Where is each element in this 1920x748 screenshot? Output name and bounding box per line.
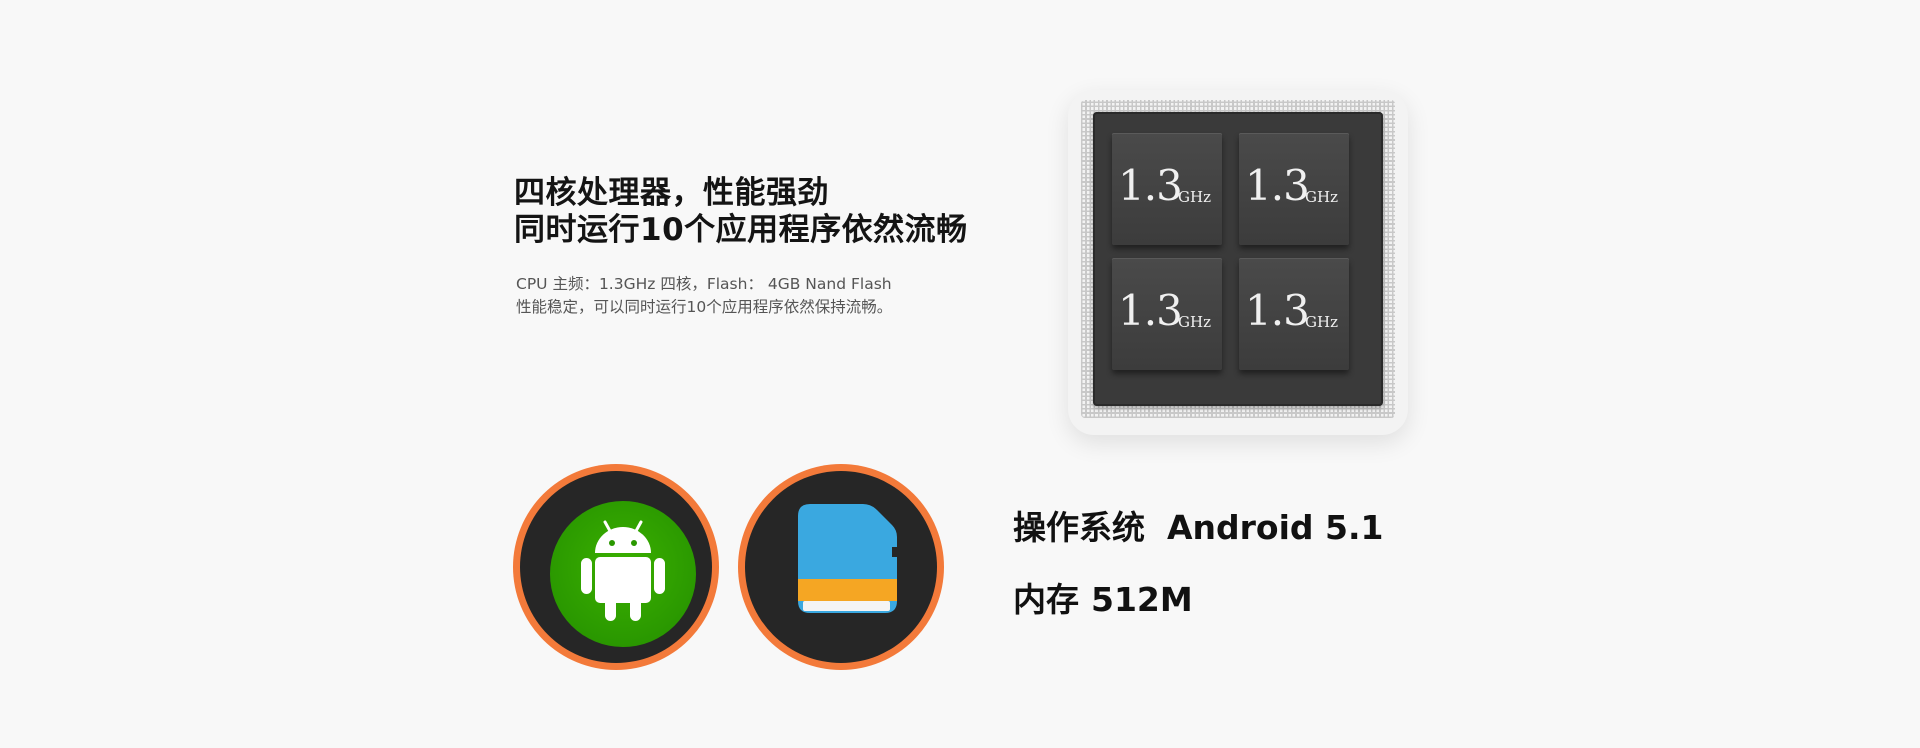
ram-spec: 内存 512M xyxy=(1013,580,1193,620)
core-frequency-value: 1.3 xyxy=(1118,161,1183,210)
headline-line-2: 同时运行10个应用程序依然流畅 xyxy=(514,212,968,248)
feature-headline: 四核处理器，性能强劲 同时运行10个应用程序依然流畅 xyxy=(514,175,968,249)
core-frequency-value: 1.3 xyxy=(1245,286,1310,335)
storage-badge xyxy=(738,464,944,670)
core-frequency-unit: GHz xyxy=(1178,313,1211,331)
cpu-core-4: 1.3 GHz xyxy=(1239,258,1349,370)
cpu-core-2: 1.3 GHz xyxy=(1239,133,1349,245)
android-badge-disc xyxy=(550,501,696,647)
os-value: Android 5.1 xyxy=(1167,508,1384,547)
core-frequency-unit: GHz xyxy=(1305,188,1338,206)
android-badge-background xyxy=(520,471,712,663)
core-frequency-unit: GHz xyxy=(1305,313,1338,331)
description-line-2: 性能稳定，可以同时运行10个应用程序依然保持流畅。 xyxy=(516,298,893,316)
storage-badge-background xyxy=(745,471,937,663)
sd-card-icon xyxy=(798,504,897,613)
core-frequency-value: 1.3 xyxy=(1245,161,1310,210)
core-frequency-unit: GHz xyxy=(1178,188,1211,206)
cpu-core-3: 1.3 GHz xyxy=(1112,258,1222,370)
os-spec: 操作系统 Android 5.1 xyxy=(1013,508,1383,548)
os-label: 操作系统 xyxy=(1013,508,1145,547)
android-icon xyxy=(581,520,665,621)
ram-label: 内存 xyxy=(1013,580,1079,619)
headline-line-1: 四核处理器，性能强劲 xyxy=(514,175,829,211)
ram-value: 512M xyxy=(1091,580,1193,619)
feature-description: CPU 主频：1.3GHz 四核，Flash： 4GB Nand Flash 性… xyxy=(516,273,892,319)
quad-core-chip-image: 1.3 GHz 1.3 GHz 1.3 GHz 1.3 GHz xyxy=(1068,90,1408,435)
chip-body: 1.3 GHz 1.3 GHz 1.3 GHz 1.3 GHz xyxy=(1093,112,1383,406)
cpu-core-1: 1.3 GHz xyxy=(1112,133,1222,245)
android-badge xyxy=(513,464,719,670)
description-line-1: CPU 主频：1.3GHz 四核，Flash： 4GB Nand Flash xyxy=(516,275,892,293)
core-frequency-value: 1.3 xyxy=(1118,286,1183,335)
